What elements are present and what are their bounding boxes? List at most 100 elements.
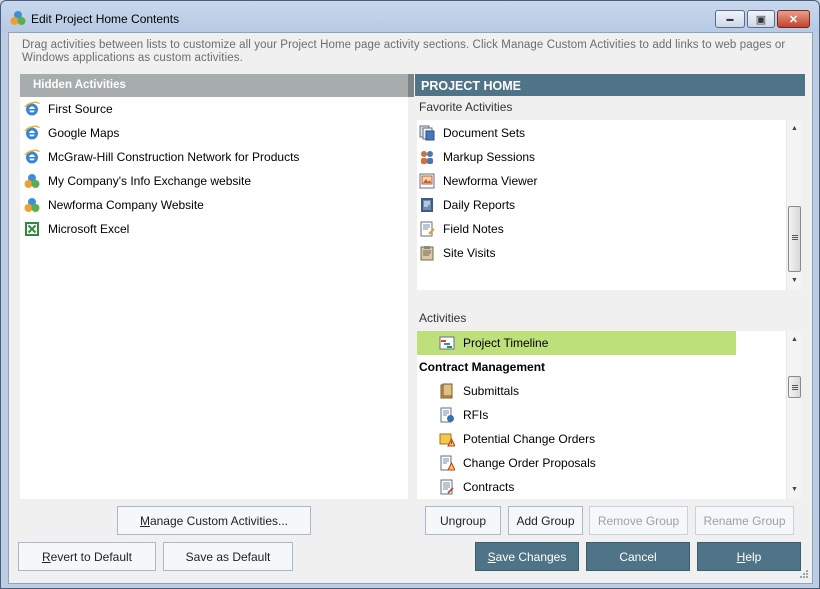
- help-button[interactable]: Help: [697, 542, 801, 571]
- panel-splitter[interactable]: [408, 74, 414, 97]
- button-label: Add Group: [516, 513, 575, 528]
- list-item-label: Contracts: [463, 480, 515, 494]
- instructions-text: Drag activities between lists to customi…: [22, 39, 786, 64]
- favorite-activities-list[interactable]: Document Sets Markup Sessions Newforma Vie…: [417, 120, 801, 290]
- field-notes-icon: [419, 221, 435, 237]
- manage-custom-activities-button[interactable]: Manage Custom Activities...: [117, 506, 311, 535]
- list-item-label: RFIs: [463, 408, 489, 422]
- list-item-change-order-proposals[interactable]: Change Order Proposals: [417, 451, 801, 475]
- list-item-label: Daily Reports: [443, 198, 516, 212]
- activities-label: Activities: [419, 311, 467, 325]
- list-item-label: Submittals: [463, 384, 520, 398]
- add-group-button[interactable]: Add Group: [508, 506, 583, 535]
- list-item-label: McGraw-Hill Construction Network for Pro…: [48, 150, 300, 164]
- list-item-label: Newforma Company Website: [48, 198, 204, 212]
- save-changes-button[interactable]: Save Changes: [475, 542, 579, 571]
- list-item-mcgraw-hill-construction-network-for-products[interactable]: McGraw-Hill Construction Network for Pro…: [20, 145, 408, 169]
- save-as-default-button[interactable]: Save as Default: [163, 542, 293, 571]
- close-icon: ✕: [788, 13, 799, 26]
- list-item-label: Field Notes: [443, 222, 504, 236]
- list-item-first-source[interactable]: First Source: [20, 97, 408, 121]
- button-label: Manage Custom Activities...: [139, 513, 289, 528]
- list-item-potential-change-orders[interactable]: Potential Change Orders: [417, 427, 801, 451]
- remove-group-button[interactable]: Remove Group: [589, 506, 688, 535]
- daily-reports-icon: [419, 197, 435, 213]
- list-item-label: Potential Change Orders: [463, 432, 596, 446]
- hidden-activities-header: Hidden Activities: [20, 74, 408, 97]
- list-item-label: First Source: [48, 102, 113, 116]
- list-item-rfis[interactable]: RFIs: [417, 403, 801, 427]
- scroll-up-arrow-icon[interactable]: ▲: [787, 122, 802, 136]
- potential-change-orders-icon: [439, 431, 456, 447]
- favorites-scrollbar[interactable]: ▲ ▼: [786, 120, 801, 290]
- ungroup-button[interactable]: Ungroup: [425, 506, 501, 535]
- list-item-project-timeline[interactable]: Project Timeline: [417, 331, 736, 355]
- favorite-activities-label: Favorite Activities: [419, 100, 513, 114]
- list-item-markup-sessions[interactable]: Markup Sessions: [417, 145, 801, 169]
- viewer-icon: [419, 173, 435, 189]
- list-item-my-company-s-info-exchange-website[interactable]: My Company's Info Exchange website: [20, 169, 408, 193]
- list-item-label: Change Order Proposals: [463, 456, 596, 470]
- excel-icon: [24, 221, 40, 237]
- ie-icon: [24, 125, 40, 141]
- newforma-app-icon: [10, 11, 26, 25]
- favorites-scroll-thumb[interactable]: [788, 206, 801, 272]
- submittals-icon: [439, 383, 455, 399]
- list-item-label: Markup Sessions: [443, 150, 536, 164]
- activities-scroll-thumb[interactable]: [788, 376, 801, 398]
- list-item-contracts[interactable]: Contracts: [417, 475, 801, 499]
- list-item-submittals[interactable]: Submittals: [417, 379, 801, 403]
- button-label: Help: [736, 549, 762, 564]
- minimize-button[interactable]: ▬: [715, 10, 745, 28]
- list-item-newforma-viewer[interactable]: Newforma Viewer: [417, 169, 801, 193]
- group-contract-management[interactable]: Contract Management: [417, 355, 801, 379]
- ie-icon: [24, 149, 40, 165]
- list-item-label: Project Timeline: [463, 336, 549, 350]
- button-label: Save Changes: [487, 549, 567, 564]
- timeline-icon: [439, 335, 455, 351]
- list-item-site-visits[interactable]: Site Visits: [417, 241, 801, 265]
- dialog-body: Drag activities between lists to customi…: [8, 32, 813, 584]
- list-item-newforma-company-website[interactable]: Newforma Company Website: [20, 193, 408, 217]
- scroll-up-arrow-icon[interactable]: ▲: [787, 333, 801, 347]
- window-title: Edit Project Home Contents: [31, 12, 180, 26]
- activities-list[interactable]: Project Timeline Contract Management Sub…: [417, 331, 801, 499]
- close-button[interactable]: ✕: [777, 10, 810, 28]
- list-item-daily-reports[interactable]: Daily Reports: [417, 193, 801, 217]
- maximize-icon: ▣: [755, 13, 767, 26]
- cancel-button[interactable]: Cancel: [586, 542, 690, 571]
- list-item-document-sets[interactable]: Document Sets: [417, 121, 801, 145]
- contracts-icon: [439, 479, 455, 495]
- scroll-down-arrow-icon[interactable]: ▼: [787, 483, 801, 497]
- group-title-label: Contract Management: [419, 360, 546, 374]
- list-item-google-maps[interactable]: Google Maps: [20, 121, 408, 145]
- button-label: Ungroup: [439, 513, 487, 528]
- rfis-icon: [439, 407, 455, 423]
- list-item-label: Site Visits: [443, 246, 496, 260]
- list-item-microsoft-excel[interactable]: Microsoft Excel: [20, 217, 408, 241]
- scroll-down-arrow-icon[interactable]: ▼: [787, 274, 802, 288]
- button-label: Save as Default: [185, 549, 271, 564]
- button-label: Cancel: [619, 549, 657, 564]
- button-label: Rename Group: [703, 513, 786, 528]
- newforma-logo-icon: [24, 173, 40, 189]
- hidden-activities-list[interactable]: Hidden Activities First Source Google Map…: [20, 74, 408, 499]
- list-item-label: My Company's Info Exchange website: [48, 174, 252, 188]
- button-label: Revert to Default: [41, 549, 133, 564]
- resize-grip-icon[interactable]: [798, 570, 808, 580]
- site-visits-icon: [419, 245, 435, 261]
- button-label: Remove Group: [597, 513, 680, 528]
- revert-to-default-button[interactable]: Revert to Default: [18, 542, 156, 571]
- list-item-label: Microsoft Excel: [48, 222, 130, 236]
- change-order-proposals-icon: [439, 455, 456, 471]
- markup-sessions-icon: [419, 149, 435, 165]
- project-home-header: PROJECT HOME: [415, 74, 805, 96]
- activities-scrollbar[interactable]: ▲ ▼: [786, 331, 801, 499]
- list-item-label: Google Maps: [48, 126, 120, 140]
- minimize-icon: ▬: [726, 15, 734, 23]
- maximize-button[interactable]: ▣: [747, 10, 775, 28]
- newforma-logo-icon: [24, 197, 40, 213]
- list-item-field-notes[interactable]: Field Notes: [417, 217, 801, 241]
- title-bar[interactable]: Edit Project Home Contents ▬ ▣ ✕: [1, 1, 819, 35]
- rename-group-button[interactable]: Rename Group: [695, 506, 794, 535]
